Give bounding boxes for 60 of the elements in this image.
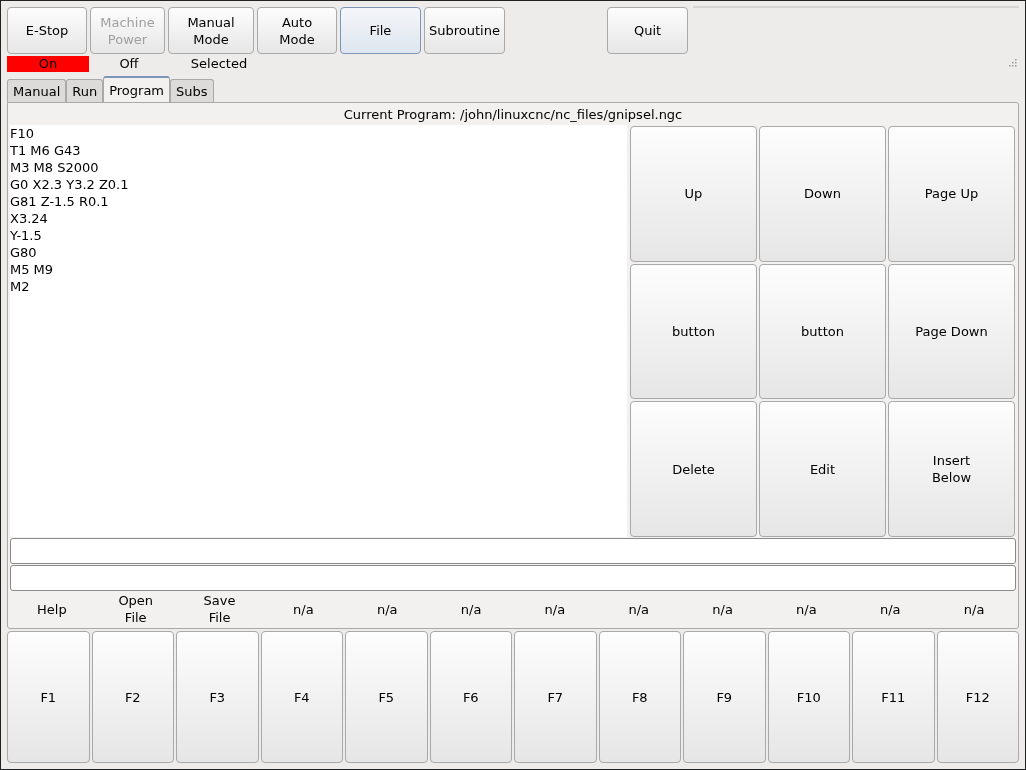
code-line: F10 bbox=[10, 125, 36, 142]
code-line: M5 M9 bbox=[10, 261, 55, 278]
function-key-label: n/a bbox=[459, 600, 483, 618]
program-button[interactable]: button bbox=[630, 263, 757, 400]
program-button[interactable]: Page Down bbox=[888, 263, 1015, 400]
code-line: M3 M8 S2000 bbox=[10, 159, 100, 176]
function-key-label: n/a bbox=[292, 600, 315, 618]
tab[interactable]: Manual bbox=[7, 79, 67, 102]
quit-button[interactable]: Quit bbox=[607, 7, 688, 54]
tab[interactable]: Run bbox=[66, 79, 104, 102]
resize-grip-icon[interactable] bbox=[1007, 57, 1017, 67]
function-key-button[interactable]: F5 bbox=[345, 631, 428, 763]
program-button[interactable]: Up bbox=[630, 126, 757, 262]
function-key-label: n/a bbox=[543, 600, 567, 618]
code-line: Y-1.5 bbox=[10, 227, 43, 244]
toolbar-button[interactable]: Manual Mode bbox=[168, 7, 254, 54]
function-key-button[interactable]: F4 bbox=[260, 631, 343, 763]
function-key-button[interactable]: F10 bbox=[767, 631, 850, 763]
program-button[interactable]: Down bbox=[759, 126, 886, 262]
tab[interactable]: Subs bbox=[170, 79, 214, 102]
function-key-button[interactable]: F9 bbox=[683, 631, 766, 763]
code-line: M2 bbox=[10, 278, 31, 295]
program-button[interactable]: Insert Below bbox=[888, 401, 1015, 537]
program-button[interactable]: Delete bbox=[630, 401, 757, 537]
status-label: Off bbox=[118, 56, 140, 72]
function-key-label: n/a bbox=[962, 600, 986, 618]
function-key-label: Help bbox=[36, 600, 68, 618]
function-key-button[interactable]: F12 bbox=[936, 631, 1019, 763]
status-label: On bbox=[7, 56, 89, 72]
function-key-label: n/a bbox=[375, 600, 399, 618]
function-key-label: Open File bbox=[117, 592, 155, 626]
toolbar-button[interactable]: File bbox=[340, 7, 421, 54]
program-button[interactable]: Page Up bbox=[888, 126, 1015, 262]
toolbar-button[interactable]: Auto Mode bbox=[257, 7, 337, 54]
input-field[interactable] bbox=[10, 538, 1016, 564]
program-button[interactable]: button bbox=[759, 263, 886, 400]
function-key-button[interactable]: F2 bbox=[91, 631, 174, 763]
input-field[interactable] bbox=[10, 565, 1016, 591]
status-label: Selected bbox=[189, 56, 249, 72]
function-key-label: Save File bbox=[202, 592, 237, 626]
code-line: G80 bbox=[10, 244, 38, 261]
code-line: G81 Z-1.5 R0.1 bbox=[10, 193, 110, 210]
function-key-button[interactable]: F8 bbox=[598, 631, 681, 763]
program-button[interactable]: Edit bbox=[759, 401, 886, 537]
function-key-button[interactable]: F11 bbox=[852, 631, 935, 763]
code-line: X3.24 bbox=[10, 210, 49, 227]
function-key-label: n/a bbox=[627, 600, 651, 618]
function-key-button[interactable]: F7 bbox=[514, 631, 597, 763]
toolbar-button[interactable]: E-Stop bbox=[7, 7, 87, 54]
toolbar-button[interactable]: Subroutine bbox=[424, 7, 505, 54]
function-key-label: n/a bbox=[878, 600, 902, 618]
function-key-label: n/a bbox=[795, 600, 818, 618]
code-line: G0 X2.3 Y3.2 Z0.1 bbox=[10, 176, 130, 193]
function-key-button[interactable]: F3 bbox=[176, 631, 259, 763]
function-key-label: n/a bbox=[711, 600, 734, 618]
code-line: T1 M6 G43 bbox=[10, 142, 82, 159]
program-title: Current Program: /john/linuxcnc/nc_files/gnipsel.ngc bbox=[342, 106, 684, 124]
function-key-button[interactable]: F1 bbox=[7, 631, 90, 763]
tab[interactable]: Program bbox=[103, 76, 171, 102]
function-key-button[interactable]: F6 bbox=[429, 631, 512, 763]
